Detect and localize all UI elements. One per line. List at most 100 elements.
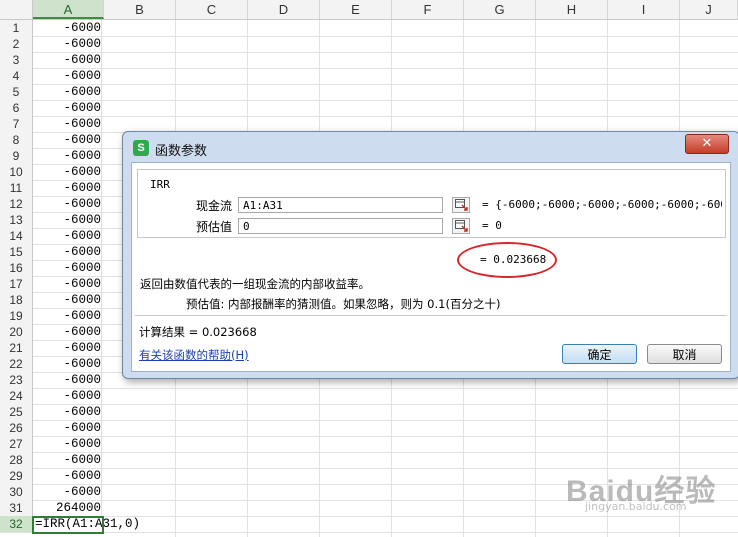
active-cell-a32[interactable]: [32, 516, 104, 534]
guess-range-picker[interactable]: [452, 218, 470, 234]
row-header[interactable]: 31: [0, 500, 33, 516]
column-header-a[interactable]: A: [33, 0, 104, 19]
cell-a4[interactable]: -6000: [33, 68, 102, 84]
close-button[interactable]: ✕: [685, 134, 729, 154]
row-header[interactable]: 13: [0, 212, 33, 228]
cell-a28[interactable]: -6000: [33, 452, 102, 468]
row-header[interactable]: 16: [0, 260, 33, 276]
cell-a27[interactable]: -6000: [33, 436, 102, 452]
cell-a21[interactable]: -6000: [33, 340, 102, 356]
guess-input[interactable]: 0: [238, 218, 443, 234]
cell-a7[interactable]: -6000: [33, 116, 102, 132]
column-header-b[interactable]: B: [104, 0, 176, 19]
cell-a8[interactable]: -6000: [33, 132, 102, 148]
arg-cashflow-label: 现金流: [196, 199, 233, 213]
ok-button[interactable]: 确定: [562, 344, 637, 364]
row-header[interactable]: 24: [0, 388, 33, 404]
row-header[interactable]: 30: [0, 484, 33, 500]
cashflow-input[interactable]: A1:A31: [238, 197, 443, 213]
cell-a11[interactable]: -6000: [33, 180, 102, 196]
column-header-e[interactable]: E: [320, 0, 392, 19]
row-header[interactable]: 27: [0, 436, 33, 452]
cell-a25[interactable]: -6000: [33, 404, 102, 420]
row-header[interactable]: 11: [0, 180, 33, 196]
cell-a26[interactable]: -6000: [33, 420, 102, 436]
row-header[interactable]: 18: [0, 292, 33, 308]
row-header[interactable]: 28: [0, 452, 33, 468]
row-header[interactable]: 9: [0, 148, 33, 164]
row-header[interactable]: 21: [0, 340, 33, 356]
cell-a14[interactable]: -6000: [33, 228, 102, 244]
column-header-f[interactable]: F: [392, 0, 464, 19]
row-header[interactable]: 29: [0, 468, 33, 484]
dialog-title: 函数参数: [155, 144, 208, 159]
cell-a9[interactable]: -6000: [33, 148, 102, 164]
cell-a13[interactable]: -6000: [33, 212, 102, 228]
cell-a20[interactable]: -6000: [33, 324, 102, 340]
cell-a16[interactable]: -6000: [33, 260, 102, 276]
cell-a31[interactable]: 264000: [33, 500, 102, 516]
column-header-c[interactable]: C: [176, 0, 248, 19]
function-help-link[interactable]: 有关该函数的帮助(H): [139, 347, 249, 363]
cell-a23[interactable]: -6000: [33, 372, 102, 388]
cell-a30[interactable]: -6000: [33, 484, 102, 500]
cell-a6[interactable]: -6000: [33, 100, 102, 116]
guess-result: = 0: [482, 219, 502, 232]
cell-a2[interactable]: -6000: [33, 36, 102, 52]
row-header[interactable]: 12: [0, 196, 33, 212]
cell-a15[interactable]: -6000: [33, 244, 102, 260]
cell-a17[interactable]: -6000: [33, 276, 102, 292]
column-header-g[interactable]: G: [464, 0, 536, 19]
arguments-group: IRR 现金流 A1:A31 = {-6000;-6000;-6000;-600…: [137, 169, 726, 238]
row-header[interactable]: 14: [0, 228, 33, 244]
function-name: IRR: [150, 178, 170, 191]
cancel-button[interactable]: 取消: [647, 344, 722, 364]
dialog-titlebar[interactable]: S 函数参数 ✕: [123, 132, 738, 162]
cashflow-result: = {-6000;-6000;-6000;-6000;-6000;-6000⋯: [482, 198, 722, 211]
row-header[interactable]: 20: [0, 324, 33, 340]
cell-a10[interactable]: -6000: [33, 164, 102, 180]
row-header[interactable]: 19: [0, 308, 33, 324]
dialog-content: IRR 现金流 A1:A31 = {-6000;-6000;-6000;-600…: [131, 162, 731, 372]
row-header[interactable]: 23: [0, 372, 33, 388]
column-header-d[interactable]: D: [248, 0, 320, 19]
row-header[interactable]: 10: [0, 164, 33, 180]
row-header[interactable]: 3: [0, 52, 33, 68]
row-header[interactable]: 32: [0, 516, 33, 532]
cell-a18[interactable]: -6000: [33, 292, 102, 308]
calculation-result: 计算结果 = 0.023668: [139, 325, 257, 339]
row-header[interactable]: 17: [0, 276, 33, 292]
column-header-j[interactable]: J: [680, 0, 738, 19]
cell-a19[interactable]: -6000: [33, 308, 102, 324]
cell-a12[interactable]: -6000: [33, 196, 102, 212]
select-all-corner[interactable]: [0, 0, 33, 19]
table-row: 6 -6000: [0, 100, 738, 117]
table-row: 4 -6000: [0, 68, 738, 85]
cashflow-range-picker[interactable]: [452, 197, 470, 213]
row-header[interactable]: 26: [0, 420, 33, 436]
column-header-i[interactable]: I: [608, 0, 680, 19]
wps-spreadsheet-icon: S: [133, 140, 149, 156]
row-header[interactable]: 6: [0, 100, 33, 116]
cell-a29[interactable]: -6000: [33, 468, 102, 484]
row-header[interactable]: 15: [0, 244, 33, 260]
range-select-icon: [455, 220, 468, 232]
row-header[interactable]: 25: [0, 404, 33, 420]
row-header[interactable]: 22: [0, 356, 33, 372]
argument-description: 预估值: 内部报酬率的猜测值。如果忽略，则为 0.1(百分之十): [186, 297, 501, 311]
table-row: 27 -6000: [0, 436, 738, 453]
row-header[interactable]: 7: [0, 116, 33, 132]
cell-a24[interactable]: -6000: [33, 388, 102, 404]
cell-a1[interactable]: -6000: [33, 20, 102, 36]
cell-a3[interactable]: -6000: [33, 52, 102, 68]
row-header[interactable]: 8: [0, 132, 33, 148]
row-header[interactable]: 2: [0, 36, 33, 52]
column-header-h[interactable]: H: [536, 0, 608, 19]
row-header[interactable]: 5: [0, 84, 33, 100]
function-description: 返回由数值代表的一组现金流的内部收益率。: [140, 277, 370, 291]
row-header[interactable]: 4: [0, 68, 33, 84]
row-header[interactable]: 1: [0, 20, 33, 36]
cell-a22[interactable]: -6000: [33, 356, 102, 372]
range-select-icon: [455, 199, 468, 211]
cell-a5[interactable]: -6000: [33, 84, 102, 100]
